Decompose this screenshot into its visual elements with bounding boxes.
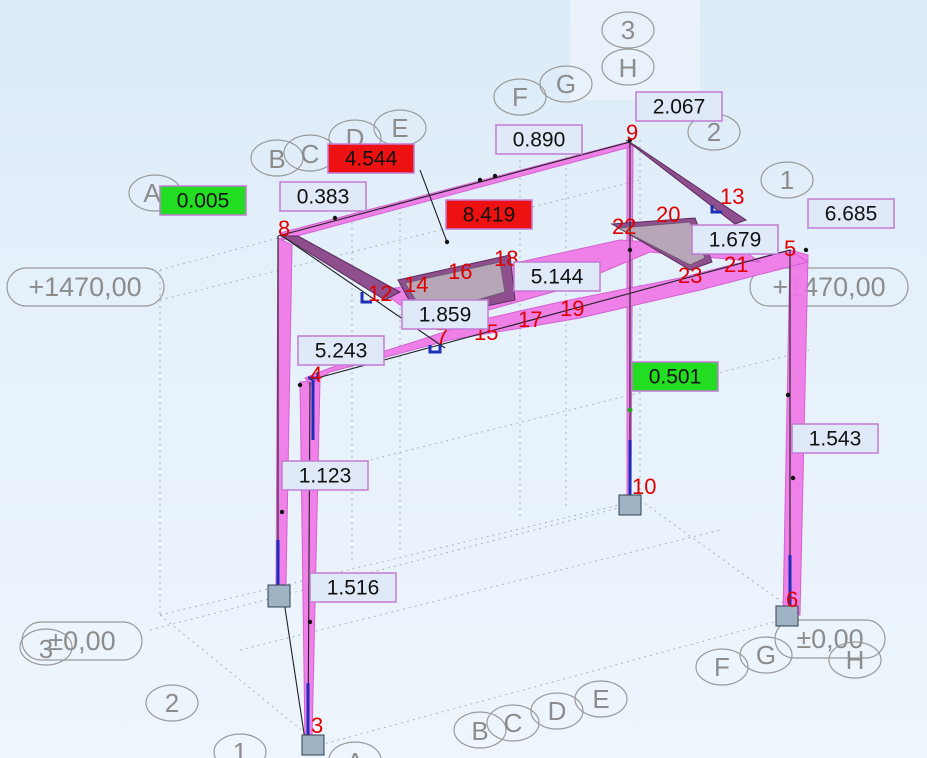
value-label-5-144[interactable]: 5.144 xyxy=(513,261,601,292)
node-21[interactable]: 21 xyxy=(724,252,748,277)
svg-text:1.123: 1.123 xyxy=(299,465,352,488)
svg-text:0.501: 0.501 xyxy=(649,366,702,389)
node-9[interactable]: 9 xyxy=(626,120,638,145)
svg-text:G: G xyxy=(556,69,576,99)
structural-model-viewport[interactable]: A B C D E F G H 3 2 1 +1470,00 +1470,00 … xyxy=(0,0,927,758)
node-17[interactable]: 17 xyxy=(518,307,542,332)
svg-text:A: A xyxy=(346,747,364,758)
svg-text:2.067: 2.067 xyxy=(653,96,706,119)
axis-bubble-1-bottom[interactable]: 1 xyxy=(213,733,267,758)
value-label-1-123[interactable]: 1.123 xyxy=(281,460,369,491)
svg-text:6.685: 6.685 xyxy=(825,203,878,226)
svg-text:E: E xyxy=(391,113,408,143)
axis-bubble-e-top[interactable]: E xyxy=(373,109,427,147)
node-14[interactable]: 14 xyxy=(404,272,428,297)
node-13[interactable]: 13 xyxy=(720,184,744,209)
svg-text:0.890: 0.890 xyxy=(513,129,566,152)
svg-text:5.243: 5.243 xyxy=(315,340,368,363)
axis-bubble-h-bottom[interactable]: H xyxy=(828,641,882,679)
axis-bubble-b-top[interactable]: B xyxy=(250,139,304,177)
svg-text:H: H xyxy=(619,53,638,83)
value-label-1-679[interactable]: 1.679 xyxy=(691,224,779,255)
axis-bubble-f-top[interactable]: F xyxy=(493,78,547,116)
value-label-6-685[interactable]: 6.685 xyxy=(807,198,895,229)
beam-9-13[interactable] xyxy=(625,139,748,225)
value-label-0-890[interactable]: 0.890 xyxy=(495,124,583,155)
level-top-left[interactable]: +1470,00 xyxy=(6,267,165,307)
value-label-2-067[interactable]: 2.067 xyxy=(635,91,723,122)
svg-text:1: 1 xyxy=(233,737,247,758)
value-label-4-544[interactable]: 4.544 xyxy=(327,143,415,174)
svg-text:C: C xyxy=(301,139,320,169)
svg-text:2: 2 xyxy=(165,688,179,718)
value-label-0-501[interactable]: 0.501 xyxy=(631,361,719,392)
node-22[interactable]: 22 xyxy=(612,214,636,239)
axis-bubble-1-top[interactable]: 1 xyxy=(760,161,814,199)
svg-text:4.544: 4.544 xyxy=(345,148,398,171)
svg-text:5.144: 5.144 xyxy=(531,266,584,289)
svg-text:B: B xyxy=(471,716,488,746)
svg-text:D: D xyxy=(548,696,567,726)
svg-text:B: B xyxy=(268,144,285,174)
node-16[interactable]: 16 xyxy=(448,259,472,284)
svg-text:1.859: 1.859 xyxy=(419,304,472,327)
node-6[interactable]: 6 xyxy=(786,587,798,612)
axis-bubble-a-bottom[interactable]: A xyxy=(328,741,382,758)
axis-bubbles-bottom: 3 2 1 A B C D E F G H xyxy=(19,628,882,758)
svg-text:G: G xyxy=(756,640,776,670)
node-8[interactable]: 8 xyxy=(278,216,290,241)
value-label-1-516[interactable]: 1.516 xyxy=(309,572,397,603)
axis-bubble-2-bottom[interactable]: 2 xyxy=(145,684,199,722)
supports xyxy=(267,494,799,756)
svg-text:0.383: 0.383 xyxy=(297,186,350,209)
value-label-0-383[interactable]: 0.383 xyxy=(279,181,367,212)
node-12[interactable]: 12 xyxy=(368,281,392,306)
support-node-3[interactable] xyxy=(301,734,325,756)
svg-text:3: 3 xyxy=(39,634,53,664)
support-left[interactable] xyxy=(267,584,291,608)
svg-text:C: C xyxy=(504,708,523,738)
value-label-8-419[interactable]: 8.419 xyxy=(445,199,533,230)
svg-text:F: F xyxy=(512,82,528,112)
node-20[interactable]: 20 xyxy=(656,202,680,227)
axis-bubble-b-bottom[interactable]: B xyxy=(453,711,507,749)
value-label-5-243[interactable]: 5.243 xyxy=(297,335,385,366)
svg-text:1.516: 1.516 xyxy=(327,577,380,600)
node-5[interactable]: 5 xyxy=(784,236,796,261)
value-label-1-859[interactable]: 1.859 xyxy=(401,299,489,330)
member-brace[interactable] xyxy=(281,587,306,741)
svg-text:1.679: 1.679 xyxy=(709,229,762,252)
svg-text:F: F xyxy=(714,652,730,682)
value-label-0-005[interactable]: 0.005 xyxy=(159,185,247,216)
svg-text:H: H xyxy=(846,645,865,675)
svg-text:E: E xyxy=(592,684,609,714)
svg-text:A: A xyxy=(143,178,161,208)
node-23[interactable]: 23 xyxy=(678,263,702,288)
svg-text:1: 1 xyxy=(780,165,794,195)
value-label-1-543[interactable]: 1.543 xyxy=(791,423,879,454)
node-10[interactable]: 10 xyxy=(632,474,656,499)
svg-text:8.419: 8.419 xyxy=(463,204,516,227)
svg-text:+1470,00: +1470,00 xyxy=(28,272,141,302)
axis-bubble-e-bottom[interactable]: E xyxy=(574,680,628,718)
svg-text:1.543: 1.543 xyxy=(809,428,862,451)
svg-text:0.005: 0.005 xyxy=(177,190,230,213)
level-top-right[interactable]: +1470,00 xyxy=(749,267,909,307)
model-canvas[interactable]: A B C D E F G H 3 2 1 +1470,00 +1470,00 … xyxy=(0,0,927,758)
node-19[interactable]: 19 xyxy=(560,296,584,321)
svg-text:3: 3 xyxy=(621,15,635,45)
node-3[interactable]: 3 xyxy=(311,713,323,738)
